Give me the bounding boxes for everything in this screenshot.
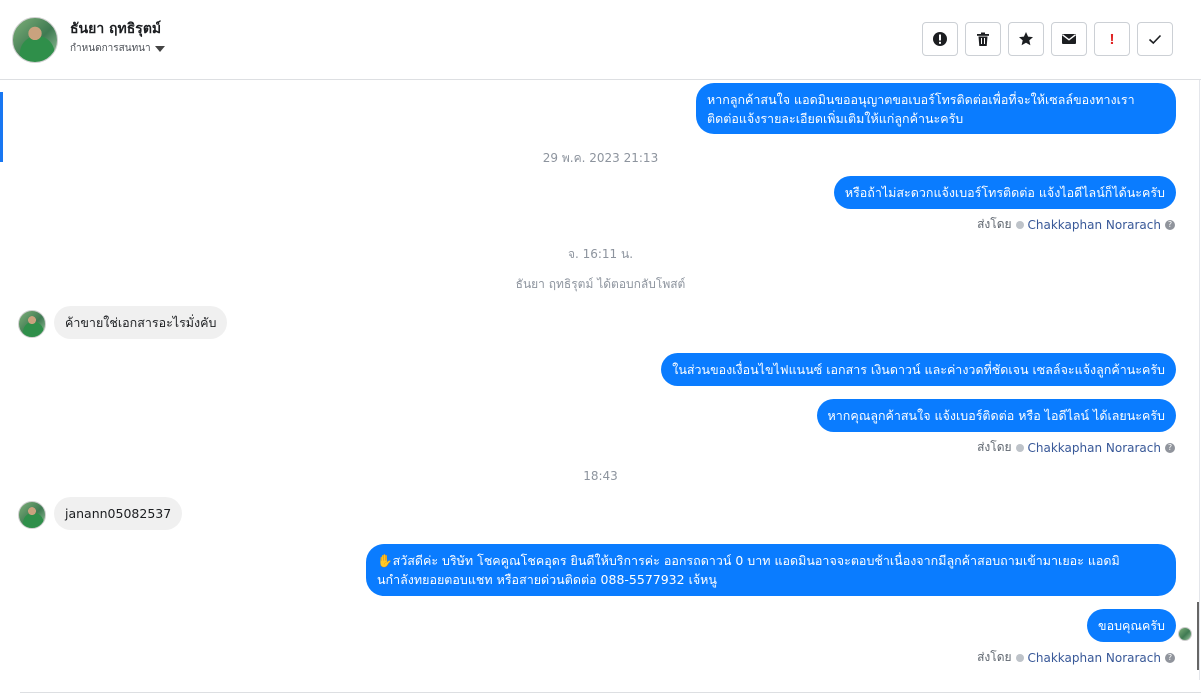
verified-icon bbox=[1015, 443, 1024, 452]
agent-name-link[interactable]: Chakkaphan Norarach bbox=[1028, 441, 1161, 455]
help-icon[interactable]: ? bbox=[1165, 652, 1175, 663]
verified-icon bbox=[1015, 220, 1024, 229]
delete-button[interactable] bbox=[965, 22, 1001, 56]
message-text: ในส่วนของเงื่อนไขไฟแนนซ์ เอกสาร เงินดาวน… bbox=[672, 362, 1165, 377]
mail-icon bbox=[1062, 34, 1076, 44]
sent-by-label: ส่งโดย bbox=[977, 217, 1012, 231]
incoming-message[interactable]: ค้าขายใช่เอกสารอะไรมั่งคับ bbox=[54, 306, 228, 339]
info-button[interactable] bbox=[922, 22, 958, 56]
trash-icon bbox=[977, 32, 989, 46]
mark-spam-button[interactable]: ! bbox=[1094, 22, 1130, 56]
message-text: หากคุณลูกค้าสนใจ แจ้งเบอร์ติดต่อ หรือ ไอ… bbox=[827, 408, 1165, 423]
caret-down-icon bbox=[154, 45, 165, 52]
composer-divider bbox=[20, 692, 1201, 693]
message-text: ค้าขายใช่เอกสารอะไรมั่งคับ bbox=[65, 315, 217, 330]
date-separator: จ. 16:11 น. bbox=[567, 247, 634, 261]
agent-name-link[interactable]: Chakkaphan Norarach bbox=[1028, 651, 1161, 665]
incoming-message[interactable]: janann05082537 bbox=[54, 497, 183, 530]
message-text: หรือถ้าไม่สะดวกแจ้งเบอร์โทรติดต่อ แจ้งไอ… bbox=[844, 185, 1165, 200]
message-text: หากลูกค้าสนใจ แอดมินขออนุญาตขอเบอร์โทรติ… bbox=[707, 92, 1135, 107]
conversation-status-dropdown[interactable]: กำหนดการสนทนา bbox=[70, 41, 165, 56]
star-button[interactable] bbox=[1008, 22, 1044, 56]
help-icon[interactable]: ? bbox=[1165, 219, 1175, 230]
mark-unread-button[interactable] bbox=[1051, 22, 1087, 56]
info-icon bbox=[933, 32, 947, 46]
outgoing-message[interactable]: ในส่วนของเงื่อนไขไฟแนนซ์ เอกสาร เงินดาวน… bbox=[661, 353, 1176, 386]
exclamation-icon: ! bbox=[1109, 30, 1115, 48]
message-text: นกำลังทยอยตอบแชท หรือสายด่วนติดต่อ 088-5… bbox=[377, 572, 717, 587]
sender-avatar[interactable] bbox=[18, 310, 46, 338]
contact-avatar[interactable] bbox=[12, 17, 58, 63]
message-text: ขอบคุณครับ bbox=[1098, 618, 1165, 633]
date-separator: 18:43 bbox=[583, 469, 618, 483]
outgoing-message[interactable]: หรือถ้าไม่สะดวกแจ้งเบอร์โทรติดต่อ แจ้งไอ… bbox=[833, 176, 1176, 209]
conversation-toolbar: ! bbox=[922, 22, 1173, 56]
message-text: ติดต่อแจ้งรายละเอียดเพิ่มเติมให้แก่ลูกค้… bbox=[707, 111, 964, 126]
conversation-header: ธันยา ฤทธิรุตม์ กำหนดการสนทนา ! bbox=[0, 0, 1201, 80]
mark-done-button[interactable] bbox=[1137, 22, 1173, 56]
verified-icon bbox=[1015, 653, 1024, 662]
conversation-status-label: กำหนดการสนทนา bbox=[70, 43, 151, 54]
sent-by-info: ส่งโดย Chakkaphan Norarach ? bbox=[977, 438, 1175, 457]
panel-divider bbox=[1199, 80, 1200, 680]
check-icon bbox=[1148, 34, 1162, 45]
sent-by-label: ส่งโดย bbox=[977, 440, 1012, 454]
message-text: janann05082537 bbox=[65, 506, 172, 521]
sent-by-label: ส่งโดย bbox=[977, 650, 1012, 664]
outgoing-message[interactable]: หากลูกค้าสนใจ แอดมินขออนุญาตขอเบอร์โทรติ… bbox=[696, 83, 1176, 134]
date-separator: 29 พ.ค. 2023 21:13 bbox=[542, 151, 659, 165]
sent-by-info: ส่งโดย Chakkaphan Norarach ? bbox=[977, 215, 1175, 234]
message-text: ✋สวัสดีค่ะ บริษัท โชคคูณโชคอุดร ยินดีให้… bbox=[377, 553, 1120, 568]
contact-name[interactable]: ธันยา ฤทธิรุตม์ bbox=[70, 18, 161, 40]
event-notice: ธันยา ฤทธิรุตม์ ได้ตอบกลับโพสต์ bbox=[515, 277, 686, 291]
outgoing-message[interactable]: หากคุณลูกค้าสนใจ แจ้งเบอร์ติดต่อ หรือ ไอ… bbox=[816, 399, 1176, 432]
outgoing-message[interactable]: ขอบคุณครับ bbox=[1087, 609, 1176, 642]
star-icon bbox=[1019, 32, 1033, 46]
seen-by-avatar bbox=[1178, 627, 1192, 641]
agent-name-link[interactable]: Chakkaphan Norarach bbox=[1028, 218, 1161, 232]
outgoing-message[interactable]: ✋สวัสดีค่ะ บริษัท โชคคูณโชคอุดร ยินดีให้… bbox=[366, 544, 1176, 596]
scrollbar-thumb[interactable] bbox=[1197, 602, 1199, 670]
help-icon[interactable]: ? bbox=[1165, 442, 1175, 453]
sender-avatar[interactable] bbox=[18, 501, 46, 529]
sent-by-info: ส่งโดย Chakkaphan Norarach ? bbox=[977, 648, 1175, 667]
